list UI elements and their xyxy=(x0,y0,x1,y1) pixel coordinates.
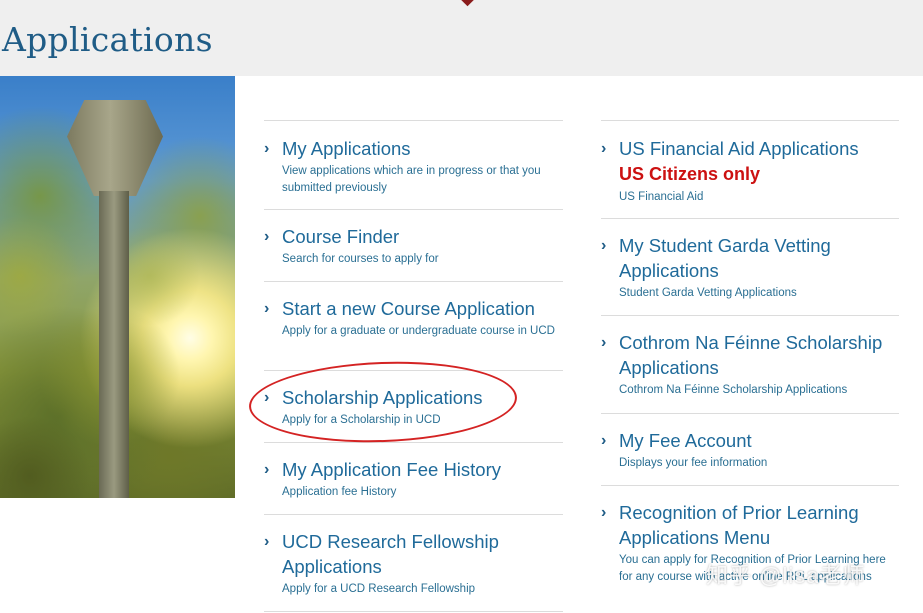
us-financial-aid-desc: US Financial Aid xyxy=(619,191,704,203)
list-item-prior-learning: › Recognition of Prior Learning Applicat… xyxy=(601,485,899,610)
right-application-list: › US Financial Aid Applications US Citiz… xyxy=(601,120,899,610)
header-marker-icon xyxy=(459,0,476,7)
chevron-right-icon: › xyxy=(601,140,607,157)
list-item-garda-vetting: › My Student Garda Vetting Applications … xyxy=(601,218,899,315)
list-item-new-course-application: › Start a new Course Application Apply f… xyxy=(264,281,563,370)
research-fellowship-desc: Apply for a UCD Research Fellowship xyxy=(282,583,476,595)
list-item-fee-account: › My Fee Account Displays your fee infor… xyxy=(601,413,899,485)
chevron-right-icon: › xyxy=(264,228,270,245)
fee-account-desc: Displays your fee information xyxy=(619,457,768,469)
watermark-text: 知乎 @lisa老师 xyxy=(706,563,866,588)
garda-vetting-link[interactable]: My Student Garda Vetting Applications xyxy=(619,233,899,283)
chevron-right-icon: › xyxy=(264,533,270,550)
chevron-right-icon: › xyxy=(601,334,607,351)
course-finder-link[interactable]: Course Finder xyxy=(282,224,563,249)
chevron-right-icon: › xyxy=(264,300,270,317)
list-item-course-finder: › Course Finder Search for courses to ap… xyxy=(264,209,563,281)
list-item-research-fellowship: › UCD Research Fellowship Applications A… xyxy=(264,514,563,612)
list-item-cothrom-na-feinne: › Cothrom Na Féinne Scholarship Applicat… xyxy=(601,315,899,413)
chevron-right-icon: › xyxy=(264,461,270,478)
cothrom-na-feinne-link[interactable]: Cothrom Na Féinne Scholarship Applicatio… xyxy=(619,330,899,380)
fee-account-link[interactable]: My Fee Account xyxy=(619,428,899,453)
us-financial-aid-link[interactable]: US Financial Aid Applications xyxy=(619,136,899,161)
chevron-right-icon: › xyxy=(601,504,607,521)
chevron-right-icon: › xyxy=(264,140,270,157)
tower-shaft xyxy=(99,191,129,498)
application-fee-history-desc: Application fee History xyxy=(282,486,397,498)
application-fee-history-link[interactable]: My Application Fee History xyxy=(282,457,563,482)
us-citizens-only-notice: US Citizens only xyxy=(619,164,761,184)
prior-learning-link[interactable]: Recognition of Prior Learning Applicatio… xyxy=(619,500,899,550)
page-header: Applications xyxy=(0,0,923,76)
new-course-application-desc: Apply for a graduate or undergraduate co… xyxy=(282,325,555,337)
new-course-application-link[interactable]: Start a new Course Application xyxy=(282,296,563,321)
hero-image-water-tower xyxy=(0,76,235,498)
research-fellowship-link[interactable]: UCD Research Fellowship Applications xyxy=(282,529,563,579)
list-item-us-financial-aid: › US Financial Aid Applications US Citiz… xyxy=(601,120,899,218)
cothrom-na-feinne-desc: Cothrom Na Féinne Scholarship Applicatio… xyxy=(619,384,848,396)
course-finder-desc: Search for courses to apply for xyxy=(282,253,439,265)
my-applications-desc: View applications which are in progress … xyxy=(282,165,541,194)
list-item-application-fee-history: › My Application Fee History Application… xyxy=(264,442,563,514)
page-title: Applications xyxy=(2,20,213,59)
chevron-right-icon: › xyxy=(601,237,607,254)
list-item-my-applications: › My Applications View applications whic… xyxy=(264,120,563,209)
garda-vetting-desc: Student Garda Vetting Applications xyxy=(619,287,797,299)
my-applications-link[interactable]: My Applications xyxy=(282,136,563,161)
chevron-right-icon: › xyxy=(601,432,607,449)
